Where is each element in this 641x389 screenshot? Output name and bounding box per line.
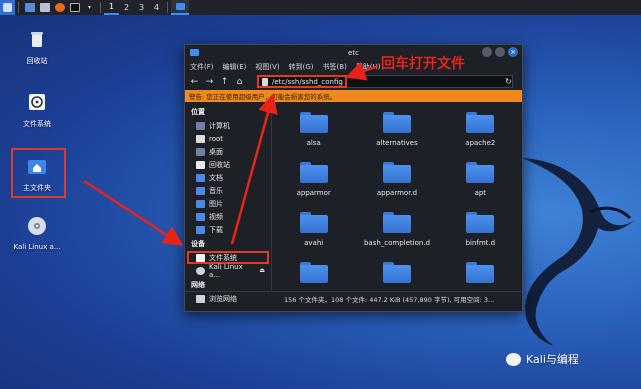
arrow-text-to-address <box>345 61 379 81</box>
arrow-filesystem-to-address <box>230 93 278 245</box>
wechat-icon <box>506 352 521 366</box>
arrow-home-to-filesystem <box>83 179 184 246</box>
annotation-text: 回车打开文件 <box>381 56 465 72</box>
watermark-text: Kali与编程 <box>526 353 579 366</box>
watermark: Kali与编程 <box>506 351 579 367</box>
annotation-arrows <box>83 61 379 246</box>
